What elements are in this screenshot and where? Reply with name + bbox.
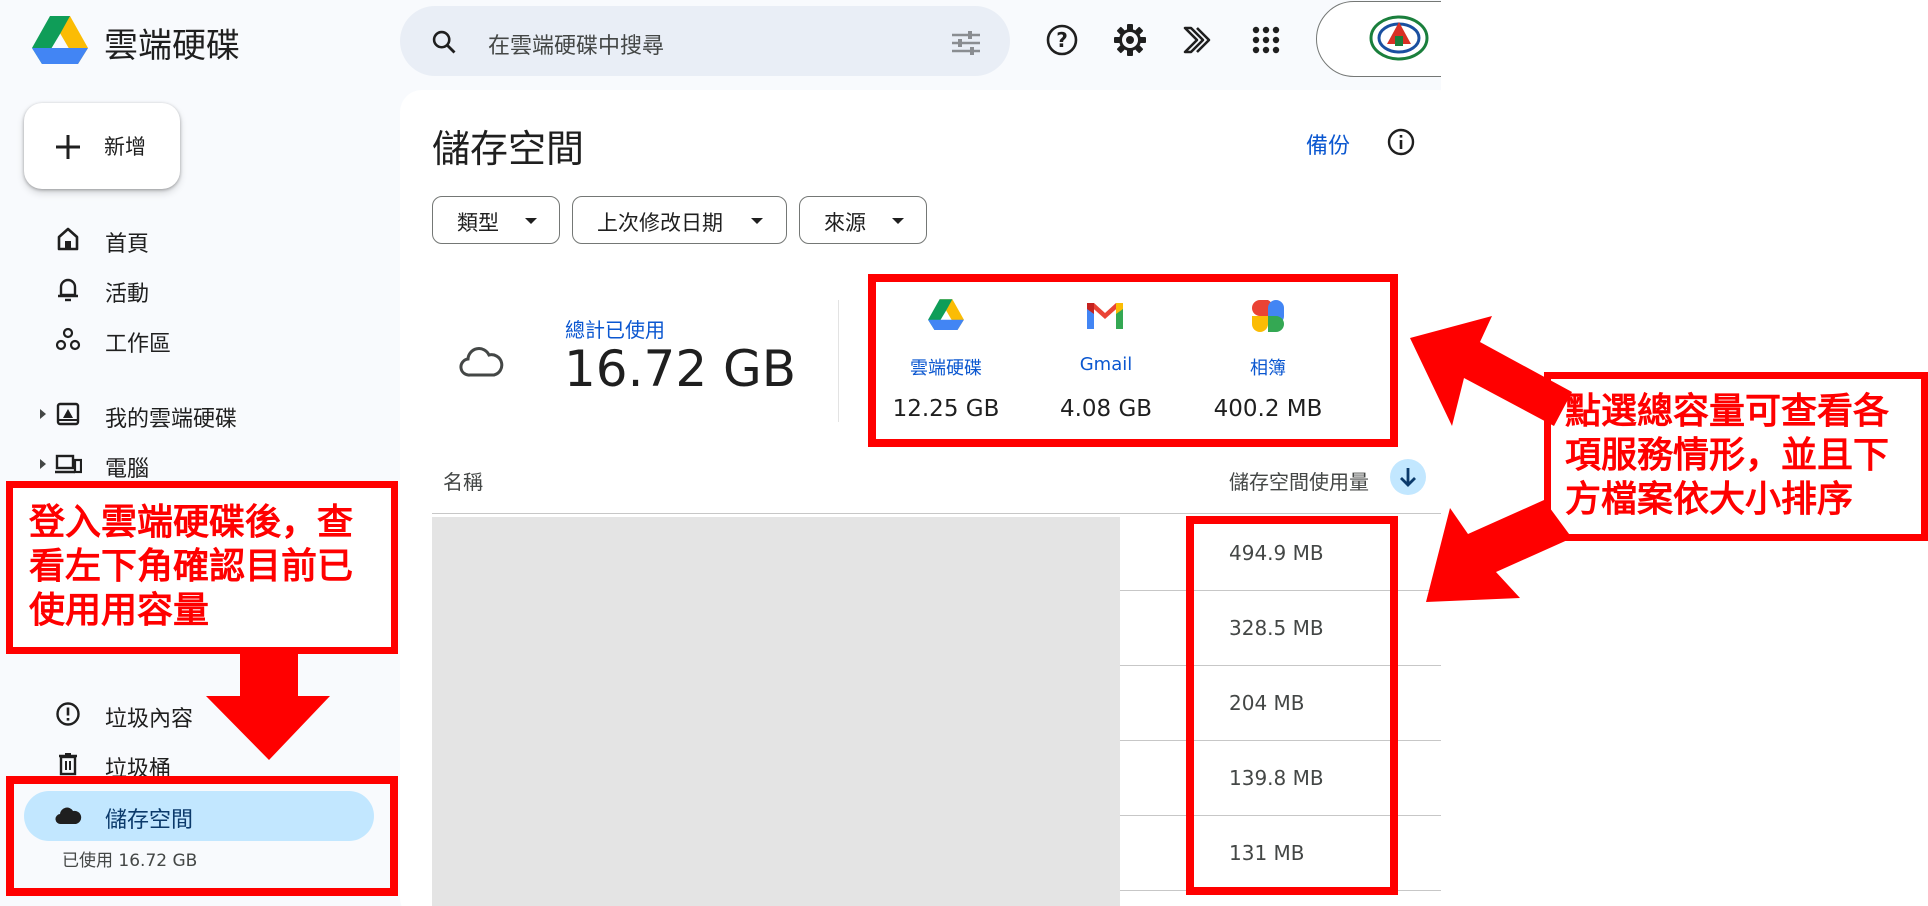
account-switcher[interactable] bbox=[1316, 1, 1441, 77]
divider bbox=[432, 513, 1441, 514]
highlight-storage-nav bbox=[6, 776, 398, 896]
note-line: 方檔案依大小排序 bbox=[1565, 479, 1854, 520]
redacted-file-names bbox=[432, 517, 1120, 906]
search-bar[interactable]: 在雲端硬碟中搜尋 bbox=[400, 6, 1010, 76]
workspaces-icon bbox=[55, 327, 81, 351]
organization-logo-icon[interactable] bbox=[1369, 14, 1429, 62]
trash-icon bbox=[59, 753, 77, 776]
divider bbox=[838, 300, 839, 422]
spam-icon bbox=[56, 702, 80, 726]
sidebar-item-my-drive[interactable]: 我的雲端硬碟 bbox=[0, 391, 380, 437]
highlight-services bbox=[868, 274, 1398, 447]
app-title: 雲端硬碟 bbox=[104, 26, 240, 66]
gemini-icon[interactable] bbox=[1179, 20, 1219, 60]
backup-link[interactable]: 備份 bbox=[1306, 128, 1350, 160]
dropdown-arrow-icon bbox=[892, 218, 904, 224]
column-header-name[interactable]: 名稱 bbox=[443, 466, 483, 495]
note-line: 項服務情形，並且下 bbox=[1565, 435, 1890, 476]
dropdown-arrow-icon bbox=[525, 218, 537, 224]
note-line: 看左下角確認目前已 bbox=[29, 546, 354, 587]
sidebar-item-label: 電腦 bbox=[105, 457, 150, 482]
home-icon bbox=[57, 227, 79, 251]
filter-modified-date[interactable]: 上次修改日期 bbox=[572, 196, 787, 244]
new-button[interactable]: 新增 bbox=[24, 103, 180, 189]
new-button-label: 新增 bbox=[104, 135, 146, 159]
dropdown-arrow-icon bbox=[751, 218, 763, 224]
sidebar-item-label: 活動 bbox=[105, 282, 150, 307]
sidebar-item-label: 我的雲端硬碟 bbox=[105, 407, 238, 432]
left-annotation-note: 登入雲端硬碟後，查 看左下角確認目前已 使用用容量 bbox=[6, 481, 398, 654]
search-options-icon[interactable] bbox=[950, 30, 982, 56]
search-input[interactable]: 在雲端硬碟中搜尋 bbox=[488, 28, 664, 60]
bell-icon bbox=[58, 278, 78, 302]
search-icon[interactable] bbox=[430, 28, 458, 56]
note-line: 使用用容量 bbox=[29, 590, 210, 631]
plus-icon bbox=[56, 135, 80, 159]
info-icon[interactable] bbox=[1386, 127, 1416, 157]
sidebar-item-label: 首頁 bbox=[105, 232, 150, 257]
arrow-down-left-icon bbox=[1426, 500, 1572, 602]
total-used-value: 16.72 GB bbox=[564, 340, 797, 398]
settings-gear-icon[interactable] bbox=[1110, 20, 1150, 60]
cloud-outline-icon bbox=[459, 347, 504, 377]
column-header-storage[interactable]: 儲存空間使用量 bbox=[1229, 466, 1369, 495]
total-used-label[interactable]: 總計已使用 bbox=[565, 314, 665, 343]
drive-logo-icon[interactable] bbox=[32, 14, 88, 64]
highlight-file-sizes bbox=[1186, 516, 1398, 895]
note-line: 登入雲端硬碟後，查 bbox=[29, 502, 354, 543]
sidebar-item-activity[interactable]: 活動 bbox=[0, 266, 380, 312]
sidebar-item-label: 工作區 bbox=[105, 332, 172, 357]
note-line: 點選總容量可查看各 bbox=[1565, 391, 1890, 432]
sidebar-item-home[interactable]: 首頁 bbox=[0, 216, 380, 262]
sort-descending-icon[interactable] bbox=[1390, 459, 1426, 495]
help-icon[interactable]: ? bbox=[1042, 20, 1082, 60]
filter-label: 類型 bbox=[457, 211, 499, 235]
arrow-up-left-icon bbox=[1410, 316, 1572, 426]
page-title: 儲存空間 bbox=[432, 127, 585, 171]
right-annotation-note: 點選總容量可查看各 項服務情形，並且下 方檔案依大小排序 bbox=[1544, 372, 1928, 541]
filter-label: 上次修改日期 bbox=[597, 211, 723, 235]
sidebar-item-label: 垃圾內容 bbox=[105, 707, 194, 732]
apps-grid-icon[interactable] bbox=[1246, 20, 1286, 60]
filter-type[interactable]: 類型 bbox=[432, 196, 560, 244]
sidebar-item-workspaces[interactable]: 工作區 bbox=[0, 316, 380, 362]
arrow-down-icon bbox=[206, 652, 330, 760]
computer-icon bbox=[55, 454, 82, 474]
expand-caret-icon[interactable] bbox=[40, 459, 46, 469]
expand-caret-icon[interactable] bbox=[40, 409, 46, 419]
svg-text:?: ? bbox=[1056, 28, 1068, 52]
filter-source[interactable]: 來源 bbox=[799, 196, 927, 244]
filter-label: 來源 bbox=[824, 211, 866, 235]
my-drive-icon bbox=[56, 402, 80, 426]
